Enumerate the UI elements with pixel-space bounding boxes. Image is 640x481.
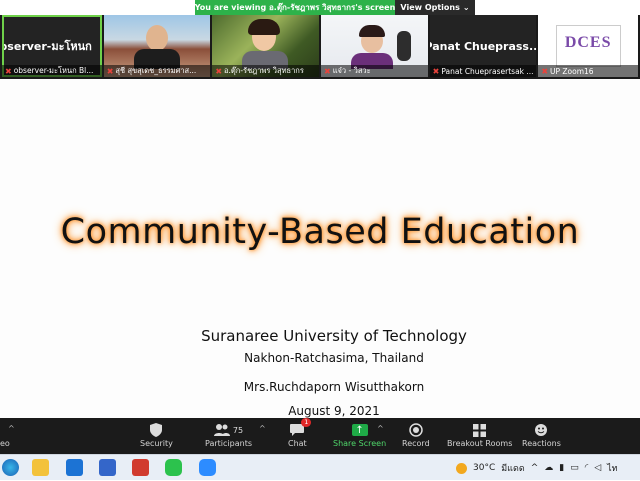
people-icon: 75 (213, 421, 244, 439)
mail-icon[interactable] (66, 459, 83, 476)
volume-icon[interactable]: ◁ (594, 463, 601, 473)
dces-logo: DCES (555, 25, 621, 67)
participant-strip: observer-มะโหนก ✖observer-มะโหนก Bl... ✖… (0, 15, 640, 79)
mic-off-icon: ✖ (106, 66, 114, 76)
participant-display-name: observer-มะโหนก (2, 40, 92, 53)
participant-tile[interactable]: Panat Chueprass... ✖ Panat Chueprasertsak… (429, 15, 537, 77)
caret-icon[interactable]: ^ (8, 424, 15, 433)
slide-title: Community-Based Education (60, 212, 580, 252)
chat-badge: 1 (301, 418, 312, 427)
weather-temp[interactable]: 30°C (473, 463, 495, 473)
slide-date: August 9, 2021 (288, 404, 380, 418)
participant-tile[interactable]: DCES ✖ UP Zoom16 (538, 15, 638, 77)
participant-caption: แจ๋ว - วิสวะ (332, 66, 371, 75)
weather-desc[interactable]: มีแดด (501, 461, 524, 475)
grid-icon (473, 421, 487, 439)
share-arrow-icon: ↑ (351, 424, 368, 436)
participant-tile[interactable]: observer-มะโหนก ✖observer-มะโหนก Bl... (2, 15, 102, 77)
mic-off-icon: ✖ (432, 66, 440, 76)
slide-location: Nakhon-Ratchasima, Thailand (244, 351, 424, 365)
chevron-down-icon: ⌄ (462, 3, 470, 12)
participant-tile[interactable]: ✖ สุชี สุขสุเดช_ธรรมศาส... (103, 15, 211, 77)
zoom-icon[interactable] (199, 459, 216, 476)
participant-caption: UP Zoom16 (550, 66, 594, 76)
participant-display-name: Panat Chueprass... (429, 39, 537, 53)
participants-label: Participants (205, 439, 252, 448)
chat-label: Chat (288, 439, 307, 448)
mic-off-icon: ✖ (215, 66, 223, 76)
edge-icon[interactable] (2, 459, 19, 476)
breakout-rooms-label: Breakout Rooms (447, 439, 513, 448)
slide-university: Suranaree University of Technology (201, 327, 467, 345)
participant-caption: Panat Chueprasertsak ... (441, 66, 534, 76)
mic-off-icon: ✖ (5, 66, 12, 76)
record-button[interactable]: Record (402, 421, 430, 448)
word-icon[interactable] (99, 459, 116, 476)
mic-off-icon: ✖ (541, 66, 549, 76)
battery-icon[interactable]: ▭ (570, 463, 579, 473)
caret-icon[interactable]: ^ (377, 424, 384, 433)
view-options-label: View Options (400, 3, 460, 12)
viewing-text: You are viewing อ.ตุ๊ก-รัชฎาพร วิสุทธากร… (195, 0, 395, 15)
reactions-button[interactable]: Reactions (522, 421, 561, 448)
wifi-icon[interactable]: ◜ (585, 463, 589, 473)
smile-icon (534, 421, 548, 439)
sun-icon (456, 462, 467, 474)
viewing-banner: You are viewing อ.ตุ๊ก-รัชฎาพร วิสุทธากร… (195, 0, 475, 15)
shield-icon (150, 421, 163, 439)
slide-presenter: Mrs.Ruchdaporn Wisutthakorn (243, 380, 425, 394)
video-label: eo (0, 439, 10, 448)
participants-button[interactable]: 75 Participants (205, 421, 252, 448)
participant-tile[interactable]: ✖ อ.ตุ๊ก-รัชฎาพร วิสุทธากร (212, 15, 319, 77)
chat-button[interactable]: 1 Chat (288, 418, 312, 448)
participant-caption: สุชี สุขสุเดช_ธรรมศาส... (115, 66, 197, 75)
mic-off-icon: ✖ (324, 66, 331, 76)
participant-caption: observer-มะโหนก Bl... (13, 66, 94, 75)
chat-icon: 1 (290, 418, 312, 439)
line-icon[interactable] (165, 459, 182, 476)
reactions-label: Reactions (522, 439, 561, 448)
app-icon[interactable] (132, 459, 149, 476)
record-icon (409, 421, 423, 439)
security-button[interactable]: Security (140, 421, 173, 448)
share-screen-label: Share Screen (333, 439, 387, 448)
meeting-toolbar: eo ^ Security 75 Participants ^ 1 Chat ↑… (0, 418, 640, 454)
windows-taskbar: 30°C มีแดด ^ ☁ ▮ ▭ ◜ ◁ ไท (0, 454, 640, 480)
security-label: Security (140, 439, 173, 448)
view-options-button[interactable]: View Options ⌄ (395, 0, 475, 15)
language-indicator[interactable]: ไท (607, 461, 617, 475)
participant-video (145, 25, 168, 51)
shared-screen: Community-Based Education Suranaree Univ… (0, 79, 640, 418)
breakout-rooms-button[interactable]: Breakout Rooms (447, 421, 512, 448)
folder-icon[interactable] (32, 459, 49, 476)
caret-icon[interactable]: ^ (531, 463, 539, 473)
system-tray: 30°C มีแดด ^ ☁ ▮ ▭ ◜ ◁ ไท (456, 455, 618, 481)
cloud-icon[interactable]: ☁ (544, 463, 553, 473)
participant-caption: อ.ตุ๊ก-รัชฎาพร วิสุทธากร (224, 66, 304, 75)
mic-icon[interactable]: ▮ (559, 463, 564, 473)
caret-icon[interactable]: ^ (259, 424, 266, 433)
record-label: Record (402, 439, 430, 448)
participant-tile[interactable]: ✖ แจ๋ว - วิสวะ (321, 15, 428, 77)
participants-count: 75 (232, 425, 244, 435)
